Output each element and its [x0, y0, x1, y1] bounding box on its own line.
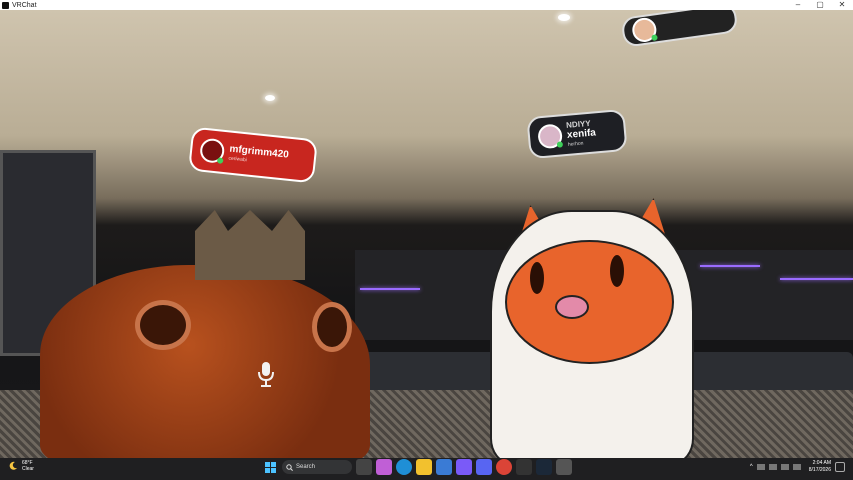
chrome-icon[interactable]	[496, 459, 512, 475]
nameplate-player[interactable]	[620, 10, 739, 48]
steam-icon[interactable]	[536, 459, 552, 475]
frog-eye	[312, 302, 352, 352]
frog-avatar	[40, 265, 370, 458]
weather-widget[interactable]: 68°F Clear	[8, 460, 34, 472]
search-icon	[286, 463, 293, 471]
discord-icon[interactable]	[476, 459, 492, 475]
avatar-crown	[195, 210, 305, 280]
cat-eye	[530, 262, 544, 294]
player-subtitle: herhon	[567, 140, 584, 148]
cat-eye	[610, 255, 624, 287]
tray-app-icon[interactable]	[768, 463, 777, 470]
maximize-button[interactable]: ▢	[809, 0, 831, 10]
neon-strip	[780, 278, 853, 280]
windows-logo-icon	[264, 461, 276, 473]
obs-icon[interactable]	[516, 459, 532, 475]
app-grid-icon[interactable]	[456, 459, 472, 475]
cat-nose	[555, 295, 589, 319]
weather-condition: Clear	[22, 466, 34, 472]
store-icon[interactable]	[436, 459, 452, 475]
online-status-icon	[556, 141, 564, 148]
nameplate-player[interactable]: mfgrimm420 ceriwabi	[188, 126, 318, 184]
vr-scene-viewport[interactable]: mfgrimm420 ceriwabi NDIYY xenifa herhon	[0, 10, 853, 458]
speaker-icon[interactable]	[792, 463, 801, 470]
window-title: VRChat	[12, 1, 37, 9]
taskbar-search[interactable]: Search	[282, 460, 352, 474]
online-status-icon	[216, 157, 224, 164]
file-explorer-icon[interactable]	[416, 459, 432, 475]
frog-eye	[135, 300, 191, 350]
vrchat-app-icon	[2, 1, 9, 9]
tray-app-icon[interactable]	[756, 463, 765, 470]
task-view-icon[interactable]	[356, 459, 372, 475]
cat-face	[505, 240, 674, 364]
chevron-up-icon[interactable]: ^	[750, 464, 753, 470]
system-tray: ^ 2:04 AM 8/17/2026	[750, 460, 845, 473]
search-placeholder: Search	[296, 464, 316, 470]
clock-date: 8/17/2026	[808, 466, 831, 473]
microphone-icon	[258, 362, 274, 387]
player-avatar-icon	[630, 16, 658, 44]
player-avatar-icon	[537, 123, 564, 150]
player-name: xenifa	[566, 127, 597, 141]
window-titlebar: VRChat – ▢ ✕	[0, 0, 853, 10]
neon-strip	[360, 288, 420, 290]
neon-strip	[700, 265, 760, 267]
start-button[interactable]	[262, 459, 278, 475]
taskbar-clock[interactable]: 2:04 AM 8/17/2026	[809, 460, 831, 473]
close-button[interactable]: ✕	[831, 0, 853, 10]
ceiling-light	[558, 14, 570, 21]
minimize-button[interactable]: –	[787, 0, 809, 10]
player-avatar-icon	[199, 137, 226, 164]
nameplate-player[interactable]: NDIYY xenifa herhon	[526, 108, 628, 160]
ceiling-light	[265, 95, 275, 101]
notification-bell-icon[interactable]	[835, 461, 845, 472]
online-status-icon	[651, 34, 658, 41]
moon-icon	[9, 461, 17, 470]
windows-taskbar: 68°F Clear Search ^ 2:04 AM 8/17/2026	[0, 458, 853, 480]
copilot-icon[interactable]	[376, 459, 392, 475]
vrchat-taskbar-icon[interactable]	[556, 459, 572, 475]
wifi-icon[interactable]	[780, 463, 789, 470]
edge-icon[interactable]	[396, 459, 412, 475]
taskbar-apps: Search	[262, 459, 572, 475]
